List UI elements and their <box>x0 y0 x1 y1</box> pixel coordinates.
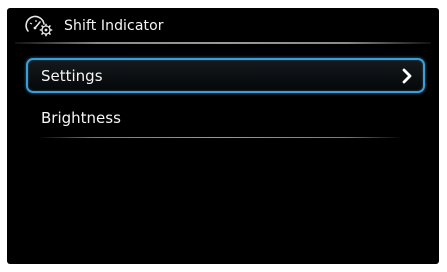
header: Shift Indicator <box>7 8 439 41</box>
header-divider <box>15 42 431 44</box>
shift-indicator-screen: Shift Indicator Settings Brightness <box>7 8 439 264</box>
menu-divider <box>37 137 403 138</box>
menu-item-brightness[interactable]: Brightness <box>28 103 425 139</box>
page-title: Shift Indicator <box>64 18 164 34</box>
menu-item-label: Brightness <box>41 109 121 127</box>
chevron-right-icon <box>401 68 413 84</box>
gauge-gear-icon <box>24 14 58 38</box>
menu-item-settings[interactable]: Settings <box>26 58 425 93</box>
menu-item-label: Settings <box>41 67 103 85</box>
